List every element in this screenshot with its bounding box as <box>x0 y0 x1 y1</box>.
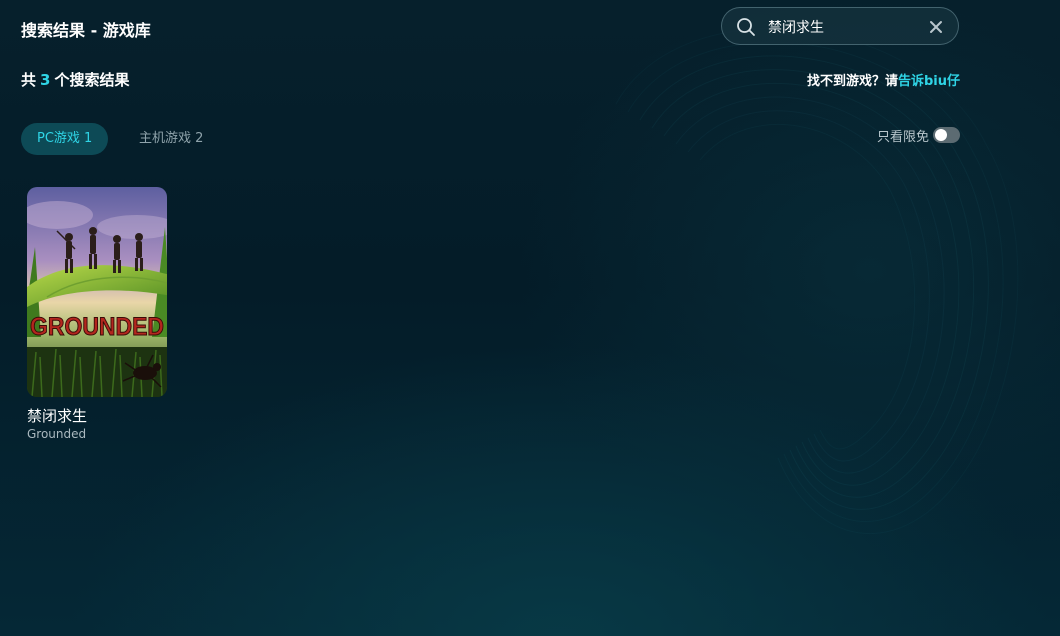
feedback-link[interactable]: 告诉biu仔 <box>898 74 960 89</box>
toggle-knob <box>935 129 947 141</box>
close-icon[interactable] <box>928 19 944 35</box>
free-only-filter: 只看限免 <box>876 126 960 145</box>
tab-console-games[interactable]: 主机游戏 2 <box>123 123 219 155</box>
tab-pc-games[interactable]: PC游戏 1 <box>21 123 109 155</box>
search-box[interactable] <box>721 7 959 45</box>
free-only-label: 只看限免 <box>876 129 929 145</box>
free-only-toggle[interactable] <box>933 127 960 143</box>
search-icon[interactable] <box>736 17 756 37</box>
game-card[interactable]: GROUNDED 禁闭求生 Grounded <box>27 187 167 442</box>
result-count: 共 3 个搜索结果 <box>21 69 129 90</box>
game-subtitle: Grounded <box>27 427 87 441</box>
game-title: 禁闭求生 <box>27 407 88 425</box>
result-count-prefix: 共 <box>21 71 37 89</box>
game-cover-image[interactable]: GROUNDED <box>27 187 167 397</box>
feedback-text: 找不到游戏？请 <box>806 74 898 89</box>
search-input[interactable] <box>768 16 918 38</box>
page-title: 搜索结果 - 游戏库 <box>21 21 151 40</box>
feedback-prompt: 找不到游戏？请告诉biu仔 <box>807 70 960 89</box>
result-count-number: 3 <box>40 71 51 89</box>
cover-logo-text: GROUNDED <box>30 313 164 341</box>
result-count-suffix: 个搜索结果 <box>54 71 130 89</box>
